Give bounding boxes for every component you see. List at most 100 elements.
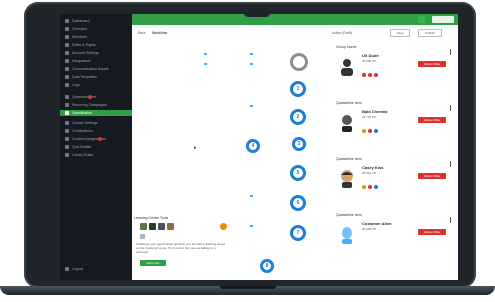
delete-role-button[interactable]: Delete Role bbox=[418, 61, 446, 67]
quiz-icon bbox=[65, 145, 69, 149]
tool-icon[interactable] bbox=[158, 223, 165, 230]
refresh-icon[interactable] bbox=[140, 234, 145, 239]
member-xp: 36 905 XP bbox=[362, 227, 377, 231]
communication-icon bbox=[65, 67, 69, 71]
back-link[interactable]: Back bbox=[138, 31, 146, 35]
sidebar-item-label: Account Settings bbox=[72, 51, 99, 55]
sidebar-item-roles[interactable]: Roles & Rights bbox=[65, 42, 96, 48]
more-options-icon[interactable] bbox=[450, 105, 451, 111]
sidebar-item-certifications[interactable]: Certifications bbox=[65, 128, 93, 134]
workflow-canvas[interactable]: 1 2 3 4 5 6 7 8 ▸ Learning Center Tools … bbox=[132, 41, 362, 280]
notification-badge bbox=[97, 137, 102, 141]
laptop-base-notch bbox=[220, 286, 276, 289]
card-header: Quarantine Item bbox=[336, 213, 362, 217]
badge-icon bbox=[362, 129, 366, 133]
camera-notch bbox=[244, 11, 270, 17]
avatar-icon bbox=[342, 115, 352, 132]
member-card[interactable]: Quarantine Item Casey Kiss 38 034 XP Del… bbox=[332, 157, 456, 211]
delete-role-button[interactable]: Delete Role bbox=[418, 117, 446, 123]
sidebar-item-library-rules[interactable]: Library Rules bbox=[65, 152, 93, 158]
course-icon bbox=[65, 121, 69, 125]
publish-button[interactable]: Publish bbox=[418, 29, 442, 37]
sidebar-item-gamification[interactable]: Gamification bbox=[60, 110, 132, 116]
roles-icon bbox=[65, 43, 69, 47]
sidebar-item-members[interactable]: Members bbox=[65, 34, 87, 40]
settings-icon bbox=[65, 51, 69, 55]
node-marker bbox=[250, 195, 253, 197]
card-header: Quarantine Item bbox=[336, 157, 362, 161]
card-header: Group Name bbox=[336, 45, 357, 49]
sidebar-item-recurring[interactable]: Recurring Campaigns bbox=[65, 102, 107, 108]
more-options-icon[interactable] bbox=[450, 49, 451, 55]
logout-label: Logout bbox=[72, 267, 83, 271]
member-card[interactable]: Quarantine Item Bald Chemist 42 737 XP D… bbox=[332, 101, 456, 155]
members-icon bbox=[65, 35, 69, 39]
workflow-step[interactable]: 6 bbox=[290, 195, 306, 211]
recurring-icon bbox=[65, 103, 69, 107]
overview-icon bbox=[65, 27, 69, 31]
badge-row bbox=[362, 73, 378, 77]
member-name: Casey Kiss bbox=[362, 165, 384, 170]
badge-icon bbox=[362, 185, 366, 189]
workflow-step[interactable]: 2 bbox=[290, 109, 306, 125]
start-quiz-button[interactable]: Start Quiz bbox=[140, 260, 166, 266]
more-options-icon[interactable] bbox=[450, 161, 451, 167]
dashboard-icon bbox=[65, 19, 69, 23]
sidebar-item-account-settings[interactable]: Account Settings bbox=[65, 50, 99, 56]
sidebar-item-questionnaires[interactable]: Questionnaires bbox=[65, 94, 96, 100]
workflow-step[interactable]: 7 bbox=[290, 225, 306, 241]
sidebar-item-label: Gamification bbox=[72, 111, 92, 115]
sidebar-item-label: Recurring Campaigns bbox=[72, 103, 107, 107]
sidebar-logout[interactable]: Logout bbox=[65, 266, 83, 272]
member-card[interactable]: Group Name UX Dude 40 000 XP Delete Role bbox=[332, 45, 456, 99]
sidebar-item-data-templates[interactable]: Data Templates bbox=[65, 74, 97, 80]
avatar-icon bbox=[341, 170, 353, 188]
node-marker bbox=[250, 53, 253, 55]
workflow-step[interactable]: 1 bbox=[290, 81, 306, 97]
integrations-icon bbox=[65, 59, 69, 63]
member-card[interactable]: Quarantine Item Customer Alien 36 905 XP… bbox=[332, 213, 456, 267]
emoji-icon[interactable] bbox=[220, 223, 227, 230]
sidebar-item-communication[interactable]: Communication Assets bbox=[65, 66, 109, 72]
sidebar-item-quiz-builder[interactable]: Quiz Builder bbox=[65, 144, 92, 150]
logout-icon bbox=[65, 267, 69, 271]
notification-icon[interactable] bbox=[418, 16, 426, 23]
sidebar-item-logs[interactable]: Logs bbox=[65, 82, 80, 88]
workflow-step[interactable]: 4 bbox=[246, 139, 260, 153]
workflow-step-start[interactable] bbox=[290, 53, 308, 71]
more-options-icon[interactable] bbox=[450, 217, 451, 223]
workflow-step[interactable]: 8 bbox=[260, 259, 274, 273]
workflow-step[interactable]: 5 bbox=[290, 165, 306, 181]
tool-icon[interactable] bbox=[140, 223, 147, 230]
badge-icon bbox=[362, 73, 366, 77]
logs-icon bbox=[65, 83, 69, 87]
sidebar-item-overview[interactable]: Overview bbox=[65, 26, 87, 32]
sidebar-item-label: Dashboard bbox=[72, 19, 90, 23]
save-button[interactable]: Save bbox=[390, 29, 410, 37]
member-name: UX Dude bbox=[362, 53, 379, 58]
sidebar-item-integrations[interactable]: Integrations bbox=[65, 58, 91, 64]
workflow-step[interactable]: 3 bbox=[292, 137, 306, 151]
member-name: Bald Chemist bbox=[362, 109, 388, 114]
member-name: Customer Alien bbox=[362, 221, 392, 226]
sidebar-item-label: Members bbox=[72, 35, 87, 39]
node-marker bbox=[204, 53, 207, 55]
sidebar-item-label: Questionnaires bbox=[72, 95, 97, 99]
tool-icon[interactable] bbox=[167, 223, 174, 230]
tool-icon[interactable] bbox=[149, 223, 156, 230]
delete-role-button[interactable]: Delete Role bbox=[418, 229, 446, 235]
node-marker bbox=[250, 105, 253, 107]
template-icon bbox=[65, 75, 69, 79]
certificate-icon bbox=[65, 129, 69, 133]
account-button[interactable] bbox=[432, 16, 454, 23]
sidebar-item-dashboard[interactable]: Dashboard bbox=[65, 18, 90, 24]
top-bar bbox=[132, 14, 458, 25]
sidebar-item-content-assignments[interactable]: Content Assignments bbox=[65, 136, 106, 142]
sidebar-item-course-settings[interactable]: Course Settings bbox=[65, 120, 98, 126]
delete-role-button[interactable]: Delete Role bbox=[418, 173, 446, 179]
leaderboard-panel: Group Name UX Dude 40 000 XP Delete Role… bbox=[330, 41, 458, 280]
page-title: Workflow bbox=[152, 31, 168, 35]
badge-icon bbox=[368, 185, 372, 189]
node-marker bbox=[250, 63, 253, 65]
sidebar-item-label: Overview bbox=[72, 27, 87, 31]
